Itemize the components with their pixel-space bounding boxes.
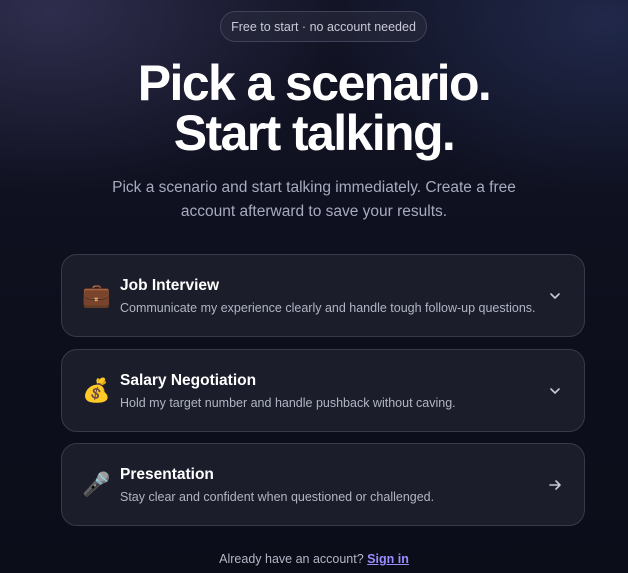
hero-line-1: Pick a scenario. bbox=[137, 55, 492, 111]
chevron-down-icon[interactable] bbox=[544, 285, 566, 307]
chevron-down-icon[interactable] bbox=[544, 380, 566, 402]
money-bag-icon: 💰 bbox=[82, 378, 111, 404]
scenario-title: Salary Negotiation bbox=[120, 372, 257, 389]
microphone-icon: 🎤 bbox=[82, 472, 111, 498]
sign-in-footer: Already have an account? Sign in bbox=[0, 552, 628, 566]
scenario-card-job-interview[interactable]: 💼 Job Interview Communicate my experienc… bbox=[61, 254, 585, 337]
scenario-title: Job Interview bbox=[120, 277, 220, 294]
hero-subtitle: Pick a scenario and start talking immedi… bbox=[112, 179, 516, 220]
free-start-badge: Free to start · no account needed bbox=[220, 11, 427, 42]
scenario-description: Hold my target number and handle pushbac… bbox=[120, 396, 456, 410]
hero-line-2: Start talking. bbox=[173, 105, 456, 161]
scenario-title: Presentation bbox=[120, 466, 214, 483]
scenario-card-salary-negotiation[interactable]: 💰 Salary Negotiation Hold my target numb… bbox=[61, 349, 585, 432]
briefcase-icon: 💼 bbox=[82, 283, 111, 309]
scenario-description: Stay clear and confident when questioned… bbox=[120, 490, 435, 504]
scenario-card-presentation[interactable]: 🎤 Presentation Stay clear and confident … bbox=[61, 443, 585, 526]
sign-in-prompt: Already have an account? bbox=[219, 552, 364, 566]
scenario-description: Communicate my experience clearly and ha… bbox=[120, 301, 536, 315]
hero-heading: Pick a scenario. Start talking. bbox=[0, 58, 628, 158]
sign-in-link[interactable]: Sign in bbox=[367, 552, 409, 566]
arrow-right-icon[interactable] bbox=[544, 474, 566, 496]
